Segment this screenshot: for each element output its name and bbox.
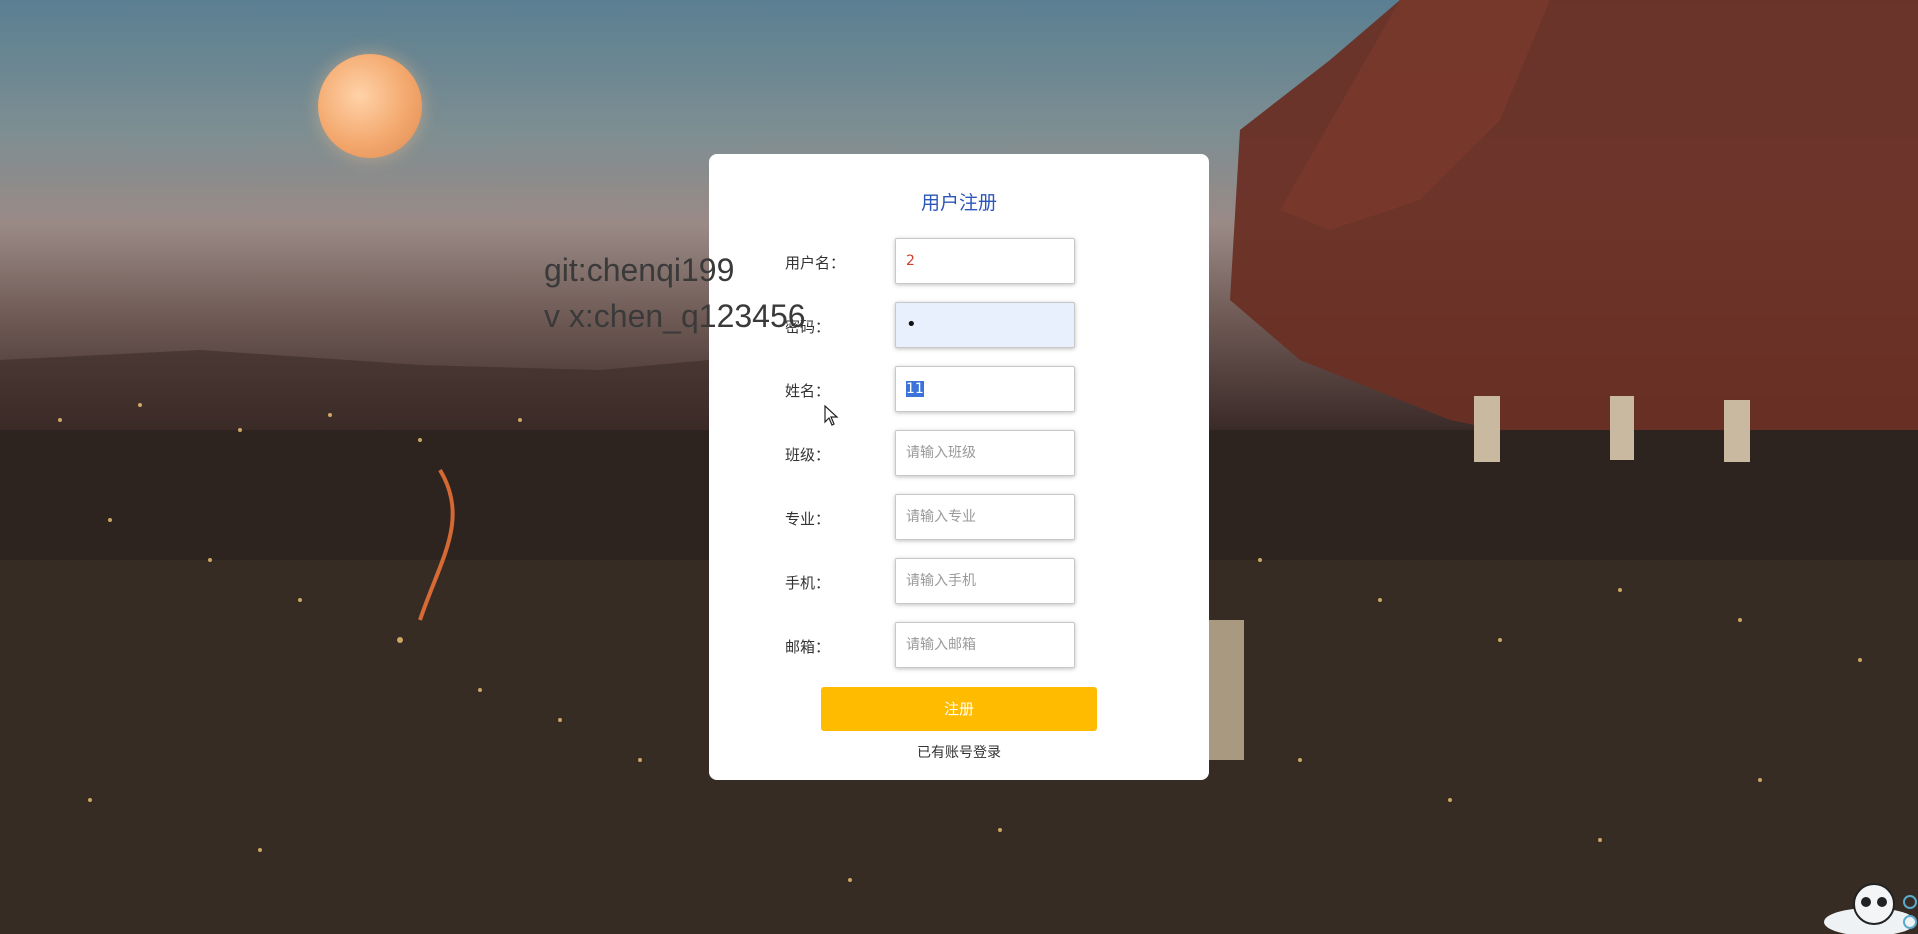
major-row: 专业： 请输入专业 — [709, 494, 1209, 540]
email-row: 邮箱： 请输入邮箱 — [709, 622, 1209, 668]
name-input[interactable]: 11 — [895, 366, 1075, 412]
phone-placeholder: 请输入手机 — [906, 573, 976, 589]
major-label: 专业： — [785, 510, 831, 528]
email-label: 邮箱： — [785, 638, 831, 656]
class-row: 班级： 请输入班级 — [709, 430, 1209, 476]
register-card: 用户注册 用户名： 2 密码： • 姓名： 11 班级： 请输入班级 专业： 请… — [709, 154, 1209, 780]
username-label: 用户名： — [785, 254, 846, 272]
mascot-icon[interactable] — [1810, 870, 1918, 934]
major-input[interactable]: 请输入专业 — [895, 494, 1075, 540]
moon-image — [318, 54, 422, 158]
class-input[interactable]: 请输入班级 — [895, 430, 1075, 476]
name-label: 姓名： — [785, 382, 831, 400]
mouse-cursor-icon — [824, 405, 839, 426]
class-label: 班级： — [785, 446, 831, 464]
class-placeholder: 请输入班级 — [906, 445, 976, 461]
major-placeholder: 请输入专业 — [906, 509, 976, 525]
name-row: 姓名： 11 — [709, 366, 1209, 412]
username-row: 用户名： 2 — [709, 238, 1209, 284]
login-link[interactable]: 已有账号登录 — [709, 742, 1209, 762]
phone-row: 手机： 请输入手机 — [709, 558, 1209, 604]
name-value: 11 — [906, 381, 924, 397]
watermark-git: git:chenqi199 — [544, 252, 735, 288]
username-value: 2 — [906, 253, 915, 269]
email-placeholder: 请输入邮箱 — [906, 637, 976, 653]
phone-label: 手机： — [785, 574, 831, 592]
email-input[interactable]: 请输入邮箱 — [895, 622, 1075, 668]
register-button[interactable]: 注册 — [821, 687, 1097, 731]
page-title: 用户注册 — [920, 192, 997, 214]
password-value: • — [906, 314, 917, 335]
watermark-contact: v x:chen_q123456 — [544, 298, 806, 334]
username-input[interactable]: 2 — [895, 238, 1075, 284]
password-input[interactable]: • — [895, 302, 1075, 348]
phone-input[interactable]: 请输入手机 — [895, 558, 1075, 604]
